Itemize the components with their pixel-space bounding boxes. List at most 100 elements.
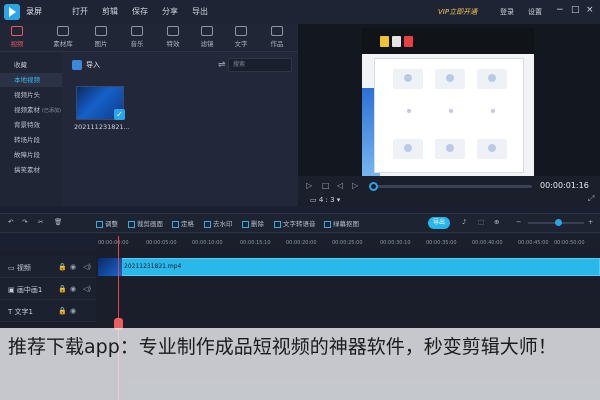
tool-remove-watermark[interactable]: 去水印 — [204, 218, 233, 228]
ruler-tick: 00:00:05:00 — [146, 240, 177, 246]
import-icon — [72, 60, 82, 70]
aspect-ratio-select[interactable]: ▭ 4 : 3 ▾ — [310, 196, 340, 204]
tab-filter[interactable]: 滤镜 — [192, 26, 222, 52]
media-filename: 202111231821... — [74, 123, 130, 131]
delete-icon[interactable]: 🗑 — [54, 218, 62, 226]
desktop-icon — [392, 36, 401, 47]
zoom-out-icon[interactable]: − — [516, 218, 521, 226]
desktop-icon — [380, 36, 389, 47]
effects-icon — [167, 26, 179, 36]
lock-icon[interactable]: 🔒 — [58, 307, 67, 315]
tab-music[interactable]: 音乐 — [122, 26, 152, 52]
menu-save[interactable]: 保存 — [132, 6, 148, 17]
visibility-icon[interactable]: ◉ — [70, 285, 76, 293]
ruler-tick: 00:00:35:00 — [426, 240, 457, 246]
fullscreen-icon[interactable]: ⤢ — [588, 194, 594, 204]
sidebar-item-local-video[interactable]: 本地视频 — [0, 73, 62, 87]
menu-share[interactable]: 分享 — [162, 6, 178, 17]
search-input[interactable]: 搜索 — [228, 58, 292, 72]
sidebar-item-video-material[interactable]: 视频素材 (已添加) — [0, 103, 62, 117]
tab-material[interactable]: 素材库 — [48, 26, 78, 52]
menu-export[interactable]: 导出 — [192, 6, 208, 17]
ruler-tick: 00:00:10:00 — [192, 240, 223, 246]
menu-open[interactable]: 打开 — [72, 6, 88, 17]
prev-frame-icon[interactable]: ◁ — [337, 181, 343, 190]
tool-green-screen[interactable]: 绿幕抠图 — [324, 218, 359, 228]
ruler-tick: 00:00:30:10 — [380, 240, 411, 246]
play-icon[interactable]: ▷ — [306, 181, 312, 190]
tab-effects[interactable]: 特效 — [158, 26, 188, 52]
image-icon — [95, 26, 107, 36]
close-icon[interactable]: × — [586, 5, 594, 15]
ruler-tick: 00:00:25:00 — [332, 240, 363, 246]
ruler-tick: 00:00:20:00 — [286, 240, 317, 246]
adjust-icon — [96, 220, 103, 228]
zoom-handle[interactable] — [555, 219, 562, 226]
crop-icon — [128, 220, 135, 228]
delete-icon — [242, 220, 249, 228]
tool-text-to-speech[interactable]: 文字转语音 — [274, 218, 316, 228]
visibility-icon[interactable]: ◉ — [70, 263, 76, 271]
split-icon[interactable]: ✂ — [38, 218, 43, 226]
minimize-icon[interactable]: − — [556, 5, 564, 15]
audio-icon[interactable]: ♪ — [462, 218, 466, 226]
sidebar-item-transition[interactable]: 转场片段 — [0, 133, 62, 147]
tool-adjust[interactable]: 调整 — [96, 218, 118, 228]
speech-icon — [274, 220, 281, 228]
login-button[interactable]: 登录 — [500, 7, 514, 17]
music-icon — [131, 26, 143, 36]
progress-handle[interactable] — [369, 182, 378, 191]
sidebar-item-bg-effects[interactable]: 背景特效 — [0, 118, 62, 132]
tab-video[interactable]: 视频 — [2, 26, 32, 52]
desktop-icon — [404, 36, 413, 47]
import-button[interactable]: 导入 — [72, 60, 100, 70]
ruler-tick: 00:00:50:00 — [554, 240, 585, 246]
mute-icon[interactable]: ◁) — [83, 263, 91, 271]
sidebar-item-favorites[interactable]: 收藏 — [0, 58, 62, 72]
ruler-tick: 00:00:00:00 — [98, 240, 129, 246]
tab-works[interactable]: 作品 — [262, 26, 292, 52]
visibility-icon[interactable]: ◉ — [70, 307, 76, 315]
vip-upgrade-button[interactable]: VIP立即开通 — [432, 5, 483, 19]
clip-filename: 20211231821.mp4 — [124, 263, 182, 270]
tab-image[interactable]: 图片 — [86, 26, 116, 52]
preview-window — [374, 58, 524, 173]
zoom-in-icon[interactable]: ⊕ — [494, 218, 499, 226]
track-label-text: T 文字1 — [8, 308, 33, 316]
lock-icon[interactable]: 🔒 — [58, 285, 67, 293]
app-logo-icon — [4, 4, 20, 20]
tab-text[interactable]: 文字 — [226, 26, 256, 52]
sidebar-item-funny[interactable]: 搞笑素材 — [0, 163, 62, 177]
added-badge: (已添加) — [42, 108, 61, 114]
freeze-icon — [172, 220, 179, 228]
ruler-tick: 00:00:40:00 — [472, 240, 503, 246]
sidebar-item-intro[interactable]: 视频片头 — [0, 88, 62, 102]
tool-crop[interactable]: 裁剪画面 — [128, 218, 163, 228]
track-label-video: ▭ 视频 — [8, 264, 31, 272]
track-label-pip: ▣ 画中画1 — [8, 286, 43, 294]
text-icon — [235, 26, 247, 36]
maximize-icon[interactable]: □ — [571, 5, 580, 15]
zoom-fit-icon[interactable]: ⬚ — [478, 218, 484, 226]
stop-icon[interactable]: □ — [322, 181, 330, 190]
zoom-plus-icon[interactable]: + — [588, 218, 593, 226]
export-button[interactable]: 导出 — [428, 217, 450, 229]
tool-delete[interactable]: 删除 — [242, 218, 264, 228]
playback-progress[interactable] — [372, 185, 532, 188]
menu-edit[interactable]: 剪辑 — [102, 6, 118, 17]
sort-icon[interactable]: ⇌ — [218, 60, 226, 70]
video-icon — [11, 26, 23, 36]
mute-icon[interactable]: ◁) — [83, 285, 91, 293]
next-frame-icon[interactable]: ▷ — [352, 181, 358, 190]
preview-frame — [362, 28, 534, 176]
check-icon[interactable]: ✓ — [114, 109, 125, 120]
caption-text: 推荐下载app：专业制作成品短视频的神器软件，秒变剪辑大师！ — [8, 336, 557, 358]
tool-freeze[interactable]: 定格 — [172, 218, 194, 228]
undo-icon[interactable]: ↶ — [8, 218, 13, 226]
ruler-tick: 00:00:45:00 — [518, 240, 549, 246]
settings-button[interactable]: 设置 — [528, 7, 542, 17]
lock-icon[interactable]: 🔒 — [58, 263, 67, 271]
redo-icon[interactable]: ↷ — [22, 218, 27, 226]
sidebar-item-glitch[interactable]: 故障片段 — [0, 148, 62, 162]
watermark-icon — [204, 220, 211, 228]
